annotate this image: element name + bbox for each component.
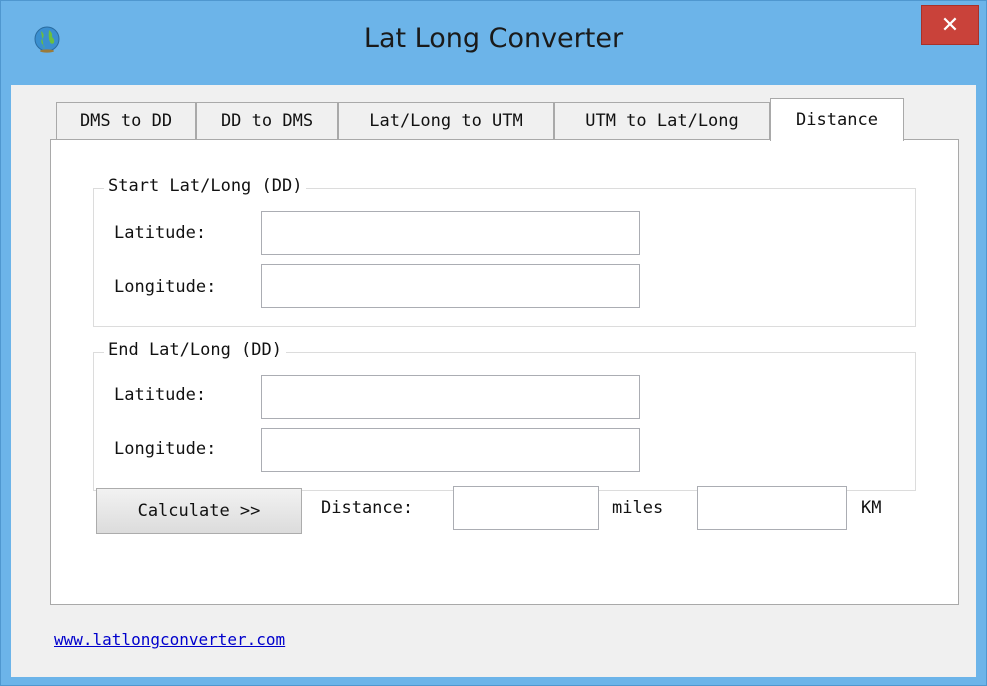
tab-latlong-to-utm[interactable]: Lat/Long to UTM bbox=[338, 102, 554, 139]
client-area: DMS to DD DD to DMS Lat/Long to UTM UTM … bbox=[11, 85, 976, 677]
website-link[interactable]: www.latlongconverter.com bbox=[54, 630, 285, 649]
start-latitude-input[interactable] bbox=[261, 211, 640, 255]
end-longitude-label: Longitude: bbox=[114, 439, 217, 459]
start-latlong-group: Start Lat/Long (DD) Latitude: Longitude: bbox=[93, 176, 916, 327]
end-latlong-group: End Lat/Long (DD) Latitude: Longitude: bbox=[93, 340, 916, 491]
start-longitude-input[interactable] bbox=[261, 264, 640, 308]
tab-dms-to-dd[interactable]: DMS to DD bbox=[56, 102, 196, 139]
end-longitude-input[interactable] bbox=[261, 428, 640, 472]
start-group-title: Start Lat/Long (DD) bbox=[104, 176, 307, 196]
title-bar[interactable]: Lat Long Converter ✕ bbox=[1, 1, 986, 84]
distance-label: Distance: bbox=[321, 498, 414, 518]
end-latitude-label: Latitude: bbox=[114, 385, 207, 405]
km-unit-label: KM bbox=[861, 498, 882, 518]
start-longitude-label: Longitude: bbox=[114, 277, 217, 297]
distance-miles-input[interactable] bbox=[453, 486, 599, 530]
tab-dd-to-dms[interactable]: DD to DMS bbox=[196, 102, 338, 139]
app-window: Lat Long Converter ✕ DMS to DD DD to DMS… bbox=[0, 0, 987, 686]
end-group-title: End Lat/Long (DD) bbox=[104, 340, 286, 360]
window-title: Lat Long Converter bbox=[363, 23, 624, 54]
start-latitude-label: Latitude: bbox=[114, 223, 207, 243]
miles-unit-label: miles bbox=[612, 498, 664, 518]
distance-panel: Start Lat/Long (DD) Latitude: Longitude:… bbox=[50, 139, 959, 605]
end-latitude-input[interactable] bbox=[261, 375, 640, 419]
tab-utm-to-latlong[interactable]: UTM to Lat/Long bbox=[554, 102, 770, 139]
calculate-button[interactable]: Calculate >> bbox=[96, 488, 302, 534]
tab-distance[interactable]: Distance bbox=[770, 98, 904, 141]
close-button[interactable]: ✕ bbox=[921, 5, 979, 45]
distance-km-input[interactable] bbox=[697, 486, 847, 530]
